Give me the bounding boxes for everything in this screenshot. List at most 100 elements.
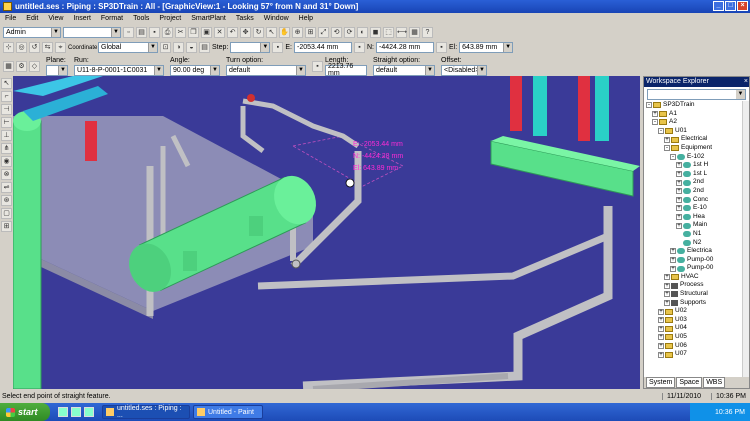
delete-icon[interactable]: ✕ — [214, 27, 225, 38]
insert-tap-icon[interactable]: ⊥ — [1, 130, 12, 141]
tree-item[interactable]: + E-10 — [644, 204, 744, 213]
expand-icon[interactable]: + — [664, 282, 670, 289]
route-options-icon[interactable]: ⚙ — [16, 60, 27, 72]
chevron-down-icon[interactable]: ▼ — [736, 90, 745, 99]
cut-icon[interactable]: ✂ — [175, 27, 186, 38]
expand-icon[interactable]: + — [676, 222, 682, 229]
tree-item[interactable]: +2nd — [644, 178, 744, 187]
tree-item[interactable]: + Electrical — [644, 135, 744, 144]
chevron-down-icon[interactable]: ▼ — [296, 65, 305, 75]
reset-icon[interactable]: ↺ — [29, 42, 40, 53]
cyl-icon[interactable]: ◒ — [186, 42, 197, 53]
tree-item[interactable]: - A2 — [644, 118, 744, 127]
lock-el-icon[interactable]: ▪ — [435, 42, 447, 53]
tree-item[interactable]: + Main — [644, 221, 744, 230]
menu-smartplant[interactable]: SmartPlant — [190, 15, 227, 22]
new-file-icon[interactable]: ▫ — [123, 27, 134, 38]
tree-item[interactable]: + HVAC — [644, 273, 744, 282]
tab-system[interactable]: System — [646, 377, 676, 388]
step-input[interactable]: ▼ — [230, 42, 271, 53]
tree-item[interactable]: N1 — [644, 230, 744, 239]
expand-icon[interactable]: + — [664, 274, 670, 281]
tree-item[interactable]: +2nd — [644, 187, 744, 196]
plane-combo[interactable]: ▼ — [46, 64, 68, 76]
tree-item[interactable]: + U03 — [644, 316, 744, 325]
expand-icon[interactable]: + — [658, 342, 664, 349]
expand-icon[interactable]: + — [676, 188, 682, 195]
print-icon[interactable]: ⎙ — [162, 27, 173, 38]
n-coordinate-input[interactable]: -4424.28 mm — [375, 42, 434, 53]
expand-icon[interactable]: + — [676, 171, 682, 178]
connect-icon[interactable]: ⇌ — [1, 182, 12, 193]
offset-combo[interactable]: <Disabled> ▼ — [441, 64, 487, 76]
expand-icon[interactable]: + — [676, 162, 682, 169]
copy-icon[interactable]: ❐ — [188, 27, 199, 38]
ie-icon[interactable] — [58, 407, 68, 417]
locate-icon[interactable]: ⌖ — [55, 42, 66, 53]
collapse-icon[interactable]: - — [664, 145, 670, 152]
tree-item[interactable]: + Pump-00 — [644, 256, 744, 265]
expand-icon[interactable]: + — [664, 299, 670, 306]
expand-icon[interactable]: + — [670, 256, 676, 263]
menu-project[interactable]: Project — [158, 15, 182, 22]
undo-icon[interactable]: ↶ — [227, 27, 238, 38]
zoom-area-icon[interactable]: ⊞ — [305, 27, 316, 38]
chevron-down-icon[interactable]: ▼ — [425, 65, 434, 75]
active-filter-combo[interactable]: ▼ — [63, 27, 121, 38]
menu-window[interactable]: Window — [263, 15, 290, 22]
target-icon[interactable]: ◎ — [16, 42, 27, 53]
model-scene[interactable]: E: -2053.44 mm N: -4424.28 mm El: 643.89… — [13, 76, 640, 389]
tree-item[interactable]: + U02 — [644, 307, 744, 316]
maximize-button[interactable]: □ — [725, 1, 736, 11]
menu-insert[interactable]: Insert — [72, 15, 92, 22]
menu-file[interactable]: File — [4, 15, 17, 22]
minimize-button[interactable]: _ — [713, 1, 724, 11]
spherical-icon[interactable]: ◑ — [173, 42, 184, 53]
tree-item[interactable]: + A1 — [644, 110, 744, 119]
lock-icon[interactable]: ▤ — [199, 42, 210, 53]
chevron-down-icon[interactable]: ▼ — [210, 65, 219, 75]
insert-component-icon[interactable]: ⊣ — [1, 104, 12, 115]
expand-icon[interactable]: + — [658, 334, 664, 341]
expand-icon[interactable]: + — [676, 205, 682, 212]
menu-tasks[interactable]: Tasks — [235, 15, 255, 22]
refresh-icon[interactable]: ⟳ — [344, 27, 355, 38]
route-pipe-icon[interactable]: ⌐ — [1, 91, 12, 102]
select-icon[interactable]: ↖ — [266, 27, 277, 38]
tree-item[interactable]: N2 — [644, 239, 744, 248]
angle-combo[interactable]: 90.00 deg ▼ — [170, 64, 220, 76]
open-folder-icon[interactable]: ▤ — [136, 27, 147, 38]
close-icon[interactable]: × — [744, 77, 748, 87]
e-coordinate-input[interactable]: -2053.44 mm — [293, 42, 352, 53]
tree-scrollbar[interactable] — [742, 101, 749, 377]
length-input[interactable]: 2213.76 mm — [325, 63, 367, 77]
insert-feature-icon[interactable]: ⊗ — [1, 169, 12, 180]
menu-help[interactable]: Help — [298, 15, 314, 22]
structure-icon[interactable]: ⊞ — [1, 221, 12, 232]
tree-item[interactable]: + Process — [644, 281, 744, 290]
expand-icon[interactable]: + — [670, 265, 676, 272]
media-icon[interactable] — [84, 407, 94, 417]
collapse-icon[interactable]: - — [646, 102, 652, 109]
zoom-icon[interactable]: ⊕ — [292, 27, 303, 38]
expand-icon[interactable]: + — [676, 196, 682, 203]
tree-item[interactable]: - E-102 — [644, 153, 744, 162]
equipment-icon[interactable]: ▢ — [1, 208, 12, 219]
tree-item[interactable]: + Hea — [644, 213, 744, 222]
rotate-icon[interactable]: ↻ — [253, 27, 264, 38]
insert-weld-icon[interactable]: ◉ — [1, 156, 12, 167]
rotate-view-icon[interactable]: ⟲ — [331, 27, 342, 38]
tree-item[interactable]: - SP3DTrain — [644, 101, 744, 110]
plane-icon[interactable]: ◇ — [29, 60, 40, 72]
expand-icon[interactable]: + — [652, 110, 658, 117]
fit-icon[interactable]: ⤢ — [318, 27, 329, 38]
tree-item[interactable]: + U07 — [644, 350, 744, 359]
menu-tools[interactable]: Tools — [132, 15, 150, 22]
chevron-down-icon[interactable]: ▼ — [148, 43, 157, 52]
menu-format[interactable]: Format — [100, 15, 124, 22]
straight-option-combo[interactable]: default ▼ — [373, 64, 435, 76]
task-sp3d[interactable]: untitled.ses : Piping : ... — [102, 405, 190, 419]
close-button[interactable]: × — [737, 1, 748, 11]
tree-item[interactable]: +1st L — [644, 170, 744, 179]
select-tool-icon[interactable]: ↖ — [1, 78, 12, 89]
